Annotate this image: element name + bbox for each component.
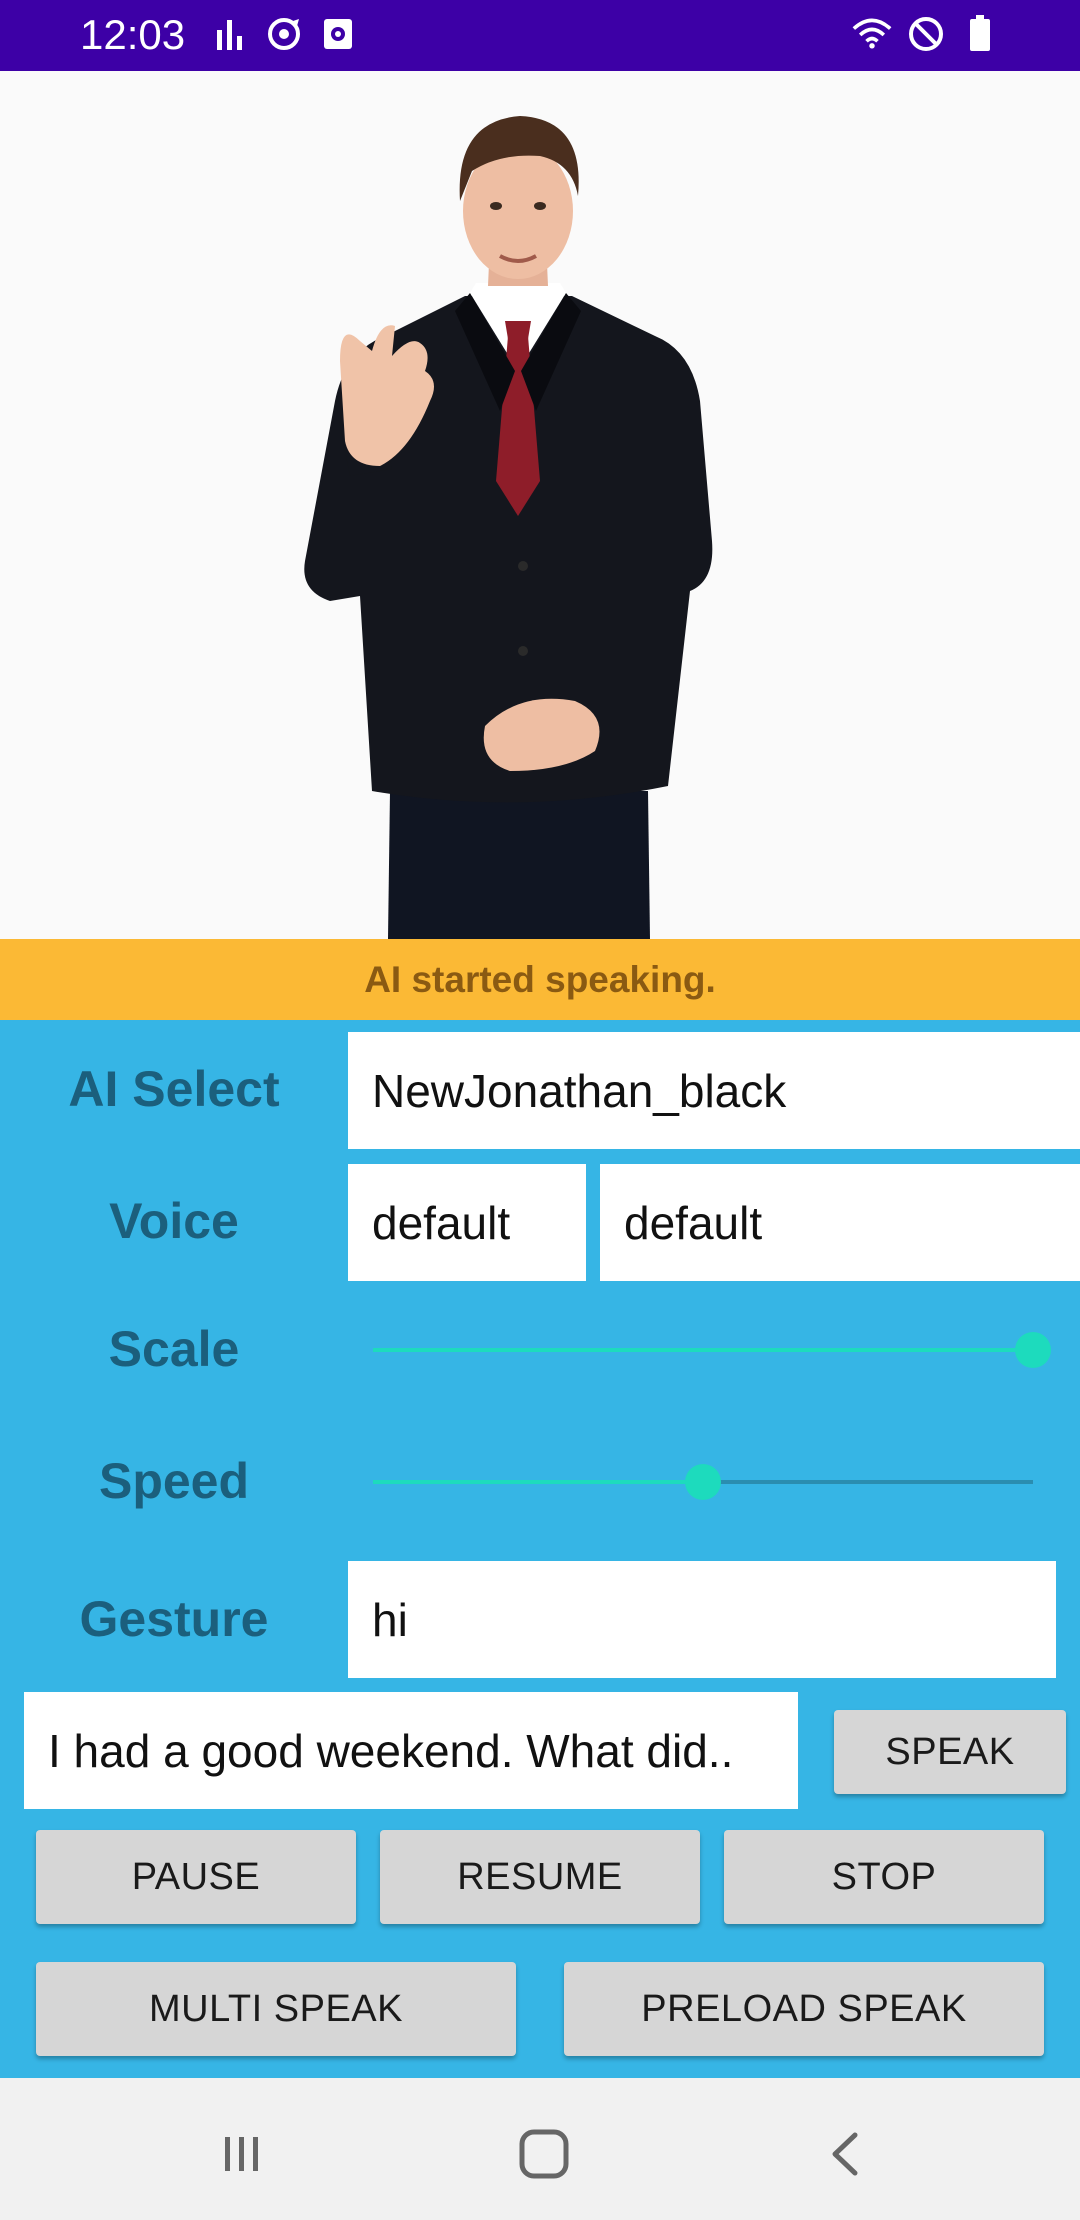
- ai-avatar-figure: [304, 116, 713, 939]
- pause-button[interactable]: PAUSE: [36, 1830, 356, 1924]
- voice-name-dropdown[interactable]: default: [600, 1164, 1080, 1281]
- gesture-label: Gesture: [79, 1591, 269, 1647]
- status-message-text: AI started speaking.: [364, 958, 716, 1000]
- home-icon[interactable]: [504, 2114, 584, 2194]
- scale-slider[interactable]: [373, 1328, 1051, 1372]
- voice-name-value: default: [624, 1196, 763, 1249]
- stop-button[interactable]: STOP: [724, 1830, 1044, 1924]
- speak-button[interactable]: SPEAK: [834, 1710, 1066, 1794]
- voice-label: Voice: [109, 1193, 239, 1249]
- speed-slider[interactable]: [373, 1460, 1033, 1504]
- voice-language-value: default: [372, 1196, 511, 1249]
- status-message-banner: AI started speaking.: [0, 939, 1080, 1020]
- status-bar: 12:03: [0, 0, 1080, 71]
- battery-icon: [960, 14, 1000, 54]
- preload-speak-button[interactable]: PRELOAD SPEAK: [564, 1962, 1044, 2056]
- sync-icon: [264, 14, 304, 54]
- back-icon[interactable]: [806, 2114, 886, 2194]
- gesture-value: hi: [372, 1593, 408, 1646]
- signal-bars-icon: [210, 14, 250, 54]
- speed-slider-thumb[interactable]: [685, 1464, 721, 1500]
- ai-select-value: NewJonathan_black: [372, 1064, 787, 1117]
- recent-apps-icon[interactable]: [202, 2114, 282, 2194]
- gesture-dropdown[interactable]: hi: [348, 1561, 1056, 1678]
- scale-slider-thumb[interactable]: [1015, 1332, 1051, 1368]
- control-panel: AI Select NewJonathan_black Voice defaul…: [0, 1020, 1080, 2078]
- voice-language-dropdown[interactable]: default: [348, 1164, 586, 1281]
- scale-label: Scale: [108, 1321, 240, 1377]
- do-not-disturb-icon: [906, 14, 946, 54]
- ai-select-dropdown[interactable]: NewJonathan_black: [348, 1032, 1080, 1149]
- status-time: 12:03: [80, 11, 186, 58]
- multi-speak-button[interactable]: MULTI SPEAK: [36, 1962, 516, 2056]
- navigation-bar: [0, 2078, 1080, 2220]
- speed-label: Speed: [98, 1453, 250, 1509]
- resume-button[interactable]: RESUME: [380, 1830, 700, 1924]
- wifi-icon: [852, 14, 892, 54]
- scale-slider-fill: [373, 1348, 1033, 1352]
- ai-avatar-view: [0, 71, 1080, 939]
- speak-text-value: I had a good weekend. What did..: [48, 1724, 734, 1777]
- speak-text-input[interactable]: I had a good weekend. What did..: [24, 1692, 798, 1809]
- screen-record-icon: [318, 14, 358, 54]
- ai-select-label: AI Select: [68, 1061, 280, 1117]
- speed-slider-fill: [373, 1480, 703, 1484]
